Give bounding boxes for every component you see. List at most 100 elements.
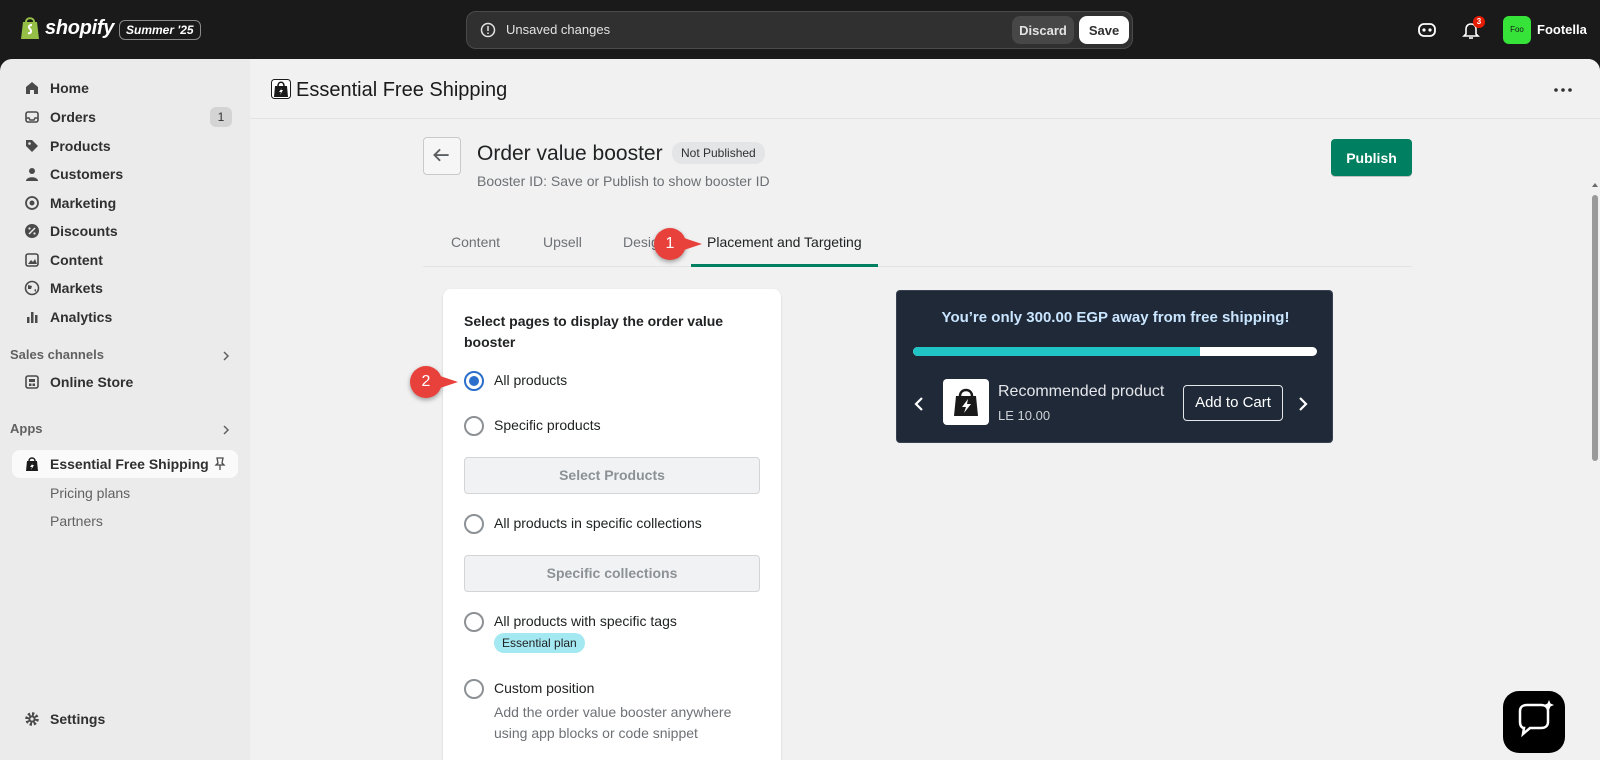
scroll-up-arrow-icon[interactable] (1591, 181, 1599, 189)
sidebar-item-marketing[interactable]: Marketing (12, 189, 238, 217)
orders-count-badge: 1 (210, 107, 232, 127)
sidebar-item-label: Products (50, 138, 111, 154)
chat-bubble-icon (1518, 700, 1554, 738)
edition-badge[interactable]: Summer '25 (119, 20, 201, 40)
more-actions-icon[interactable] (1553, 87, 1573, 93)
home-icon (26, 82, 38, 94)
page-targeting-card: Select pages to display the order value … (443, 289, 781, 760)
radio-label: Specific products (494, 417, 601, 433)
sidebar-item-label: Essential Free Shipping (50, 456, 209, 472)
radio-button-selected[interactable] (464, 371, 484, 391)
radio-label: All products (494, 372, 568, 388)
apps-heading[interactable]: Apps (10, 421, 43, 436)
brand-name: shopify (45, 16, 115, 39)
chevron-right-icon[interactable] (1297, 395, 1309, 413)
plan-badge: Essential plan (494, 633, 585, 653)
scrollbar[interactable] (1590, 119, 1600, 760)
top-bar: shopify Summer '25 Unsaved changes Disca… (0, 0, 1600, 59)
alert-icon (480, 22, 496, 38)
sales-channels-heading[interactable]: Sales channels (10, 347, 104, 362)
app-logo-icon (271, 79, 291, 99)
save-button[interactable]: Save (1079, 16, 1129, 44)
radio-label: All products with specific tags (494, 613, 677, 629)
sidebar-item-label: Home (50, 80, 89, 96)
annotation-marker-1: 1 (654, 228, 686, 260)
shopify-logo[interactable]: shopify (20, 16, 114, 40)
sidebar-item-label: Analytics (50, 309, 113, 325)
image-icon (25, 253, 39, 267)
sidebar-item-label: Markets (50, 280, 103, 296)
tab-upsell[interactable]: Upsell (543, 225, 582, 267)
sidebar-item-label: Settings (50, 711, 106, 727)
store-name[interactable]: Footella (1537, 22, 1587, 37)
shopify-bag-icon (21, 17, 39, 39)
sidebar-item-products[interactable]: Products (12, 132, 238, 160)
scroll-thumb[interactable] (1592, 195, 1598, 461)
publish-button[interactable]: Publish (1331, 139, 1412, 176)
orders-icon (25, 111, 39, 123)
chat-support-button[interactable] (1503, 691, 1565, 753)
unsaved-text: Unsaved changes (506, 22, 611, 37)
radio-button[interactable] (464, 679, 484, 699)
sidebar-item-home[interactable]: Home (12, 74, 238, 102)
discard-button[interactable]: Discard (1012, 16, 1074, 44)
marker-pointer-icon (440, 376, 458, 388)
sidebar-item-partners[interactable]: Partners (12, 507, 238, 535)
sidebar-item-online-store[interactable]: Online Store (12, 368, 238, 396)
main-content: Essential Free Shipping Order value boos… (250, 59, 1600, 760)
tab-placement-targeting[interactable]: Placement and Targeting (691, 225, 878, 267)
notification-badge: 3 (1473, 16, 1485, 28)
shopping-bag-icon (954, 388, 978, 416)
sidebar-item-label: Discounts (50, 223, 118, 239)
sidebar-item-label: Orders (50, 109, 96, 125)
app-header: Essential Free Shipping (250, 59, 1600, 119)
progress-fill (913, 347, 1200, 356)
arrow-left-icon (433, 148, 449, 162)
radio-button[interactable] (464, 612, 484, 632)
chevron-left-icon[interactable] (913, 395, 925, 413)
app-title: Essential Free Shipping (296, 79, 508, 101)
status-badge: Not Published (672, 142, 765, 164)
sidebar-item-markets[interactable]: Markets (12, 274, 238, 302)
progress-bar (913, 347, 1317, 356)
page-subtitle: Booster ID: Save or Publish to show boos… (477, 173, 770, 189)
radio-button[interactable] (464, 514, 484, 534)
person-icon (26, 168, 38, 181)
product-price: LE 10.00 (998, 408, 1051, 423)
tag-icon (26, 140, 38, 152)
sidebar: Home Orders 1 Products Customers Marketi… (0, 59, 250, 760)
sidebar-item-essential-free-shipping[interactable]: Essential Free Shipping (12, 450, 238, 478)
radio-label: All products in specific collections (494, 515, 702, 531)
booster-preview: You’re only 300.00 EGP away from free sh… (896, 290, 1333, 443)
pin-icon[interactable] (212, 456, 228, 472)
chevron-right-icon[interactable] (221, 350, 231, 362)
radio-button[interactable] (464, 416, 484, 436)
product-name: Recommended product (998, 383, 1165, 400)
sidebar-item-customers[interactable]: Customers (12, 160, 238, 188)
sidekick-icon[interactable] (1416, 19, 1438, 41)
chevron-right-icon[interactable] (221, 424, 231, 436)
specific-collections-button[interactable]: Specific collections (464, 555, 760, 592)
back-button[interactable] (423, 137, 461, 175)
app-bag-icon (26, 457, 38, 471)
sidebar-subitem-label: Pricing plans (50, 485, 131, 501)
page-title: Order value booster (477, 142, 663, 165)
sidebar-item-pricing-plans[interactable]: Pricing plans (12, 479, 238, 507)
radio-label: Custom position (494, 680, 595, 696)
sidebar-item-settings[interactable]: Settings (12, 705, 238, 733)
add-to-cart-button[interactable]: Add to Cart (1183, 385, 1283, 421)
sidebar-item-analytics[interactable]: Analytics (12, 303, 238, 331)
sidebar-item-content[interactable]: Content (12, 246, 238, 274)
annotation-marker-2: 2 (410, 366, 442, 398)
free-shipping-message: You’re only 300.00 EGP away from free sh… (941, 309, 1290, 326)
store-icon (25, 375, 39, 389)
gear-icon (25, 712, 39, 726)
card-title: Select pages to display the order value … (464, 313, 724, 350)
sidebar-item-label: Online Store (50, 374, 134, 390)
target-icon (25, 196, 39, 210)
tab-content[interactable]: Content (451, 225, 500, 267)
sidebar-item-discounts[interactable]: Discounts (12, 217, 238, 245)
store-avatar[interactable]: Foo (1503, 16, 1531, 44)
select-products-button[interactable]: Select Products (464, 457, 760, 494)
sidebar-item-orders[interactable]: Orders 1 (12, 103, 238, 131)
